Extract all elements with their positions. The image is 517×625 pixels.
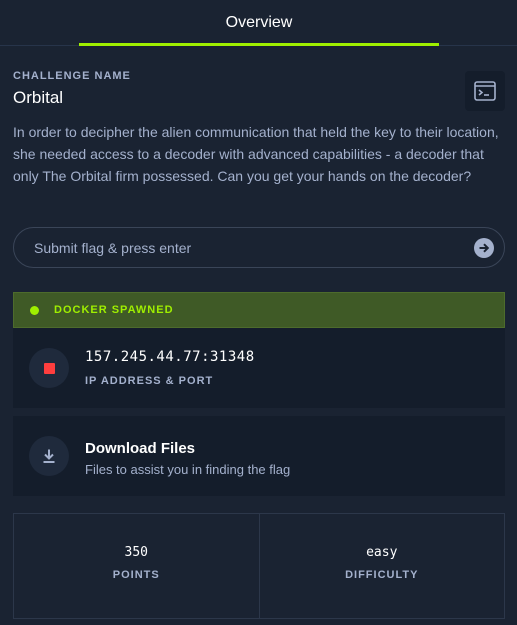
download-files-title: Download Files: [85, 440, 196, 457]
download-files-subtitle: Files to assist you in finding the flag: [85, 462, 291, 477]
difficulty-value: easy: [366, 545, 398, 560]
tab-bar: Overview: [0, 0, 517, 46]
flag-form: [13, 227, 505, 268]
docker-status-text: DOCKER SPAWNED: [54, 304, 174, 316]
flag-input[interactable]: [34, 228, 464, 267]
difficulty-label: DIFFICULTY: [345, 569, 419, 581]
points-value: 350: [124, 545, 148, 560]
ip-port-label: IP ADDRESS & PORT: [85, 375, 214, 387]
tab-overview[interactable]: Overview: [79, 0, 439, 46]
challenge-name-label: CHALLENGE NAME: [13, 70, 131, 82]
download-icon: [43, 449, 55, 463]
challenge-title: Orbital: [13, 88, 64, 107]
tab-overview-label: Overview: [225, 14, 293, 31]
difficulty-stat: easy DIFFICULTY: [258, 514, 505, 618]
stop-icon: [43, 362, 55, 374]
status-dot-icon: [30, 306, 39, 315]
instance-card: 157.245.44.77:31348 IP ADDRESS & PORT: [13, 328, 505, 408]
points-label: POINTS: [112, 569, 160, 581]
arrow-right-circle-icon: [479, 243, 490, 253]
download-files-card[interactable]: Download Files Files to assist you in fi…: [13, 416, 505, 496]
console-icon: [474, 81, 496, 101]
docker-status-banner: DOCKER SPAWNED: [13, 292, 505, 328]
open-console-button[interactable]: [465, 71, 505, 111]
ip-port-value[interactable]: 157.245.44.77:31348: [85, 349, 255, 365]
flag-submit-button[interactable]: [474, 238, 494, 258]
stop-instance-button[interactable]: [29, 348, 69, 388]
download-button[interactable]: [29, 436, 69, 476]
active-tab-indicator: [79, 43, 439, 46]
points-stat: 350 POINTS: [14, 514, 259, 618]
challenge-stats: 350 POINTS easy DIFFICULTY: [13, 513, 505, 619]
challenge-description: In order to decipher the alien communica…: [13, 124, 499, 184]
